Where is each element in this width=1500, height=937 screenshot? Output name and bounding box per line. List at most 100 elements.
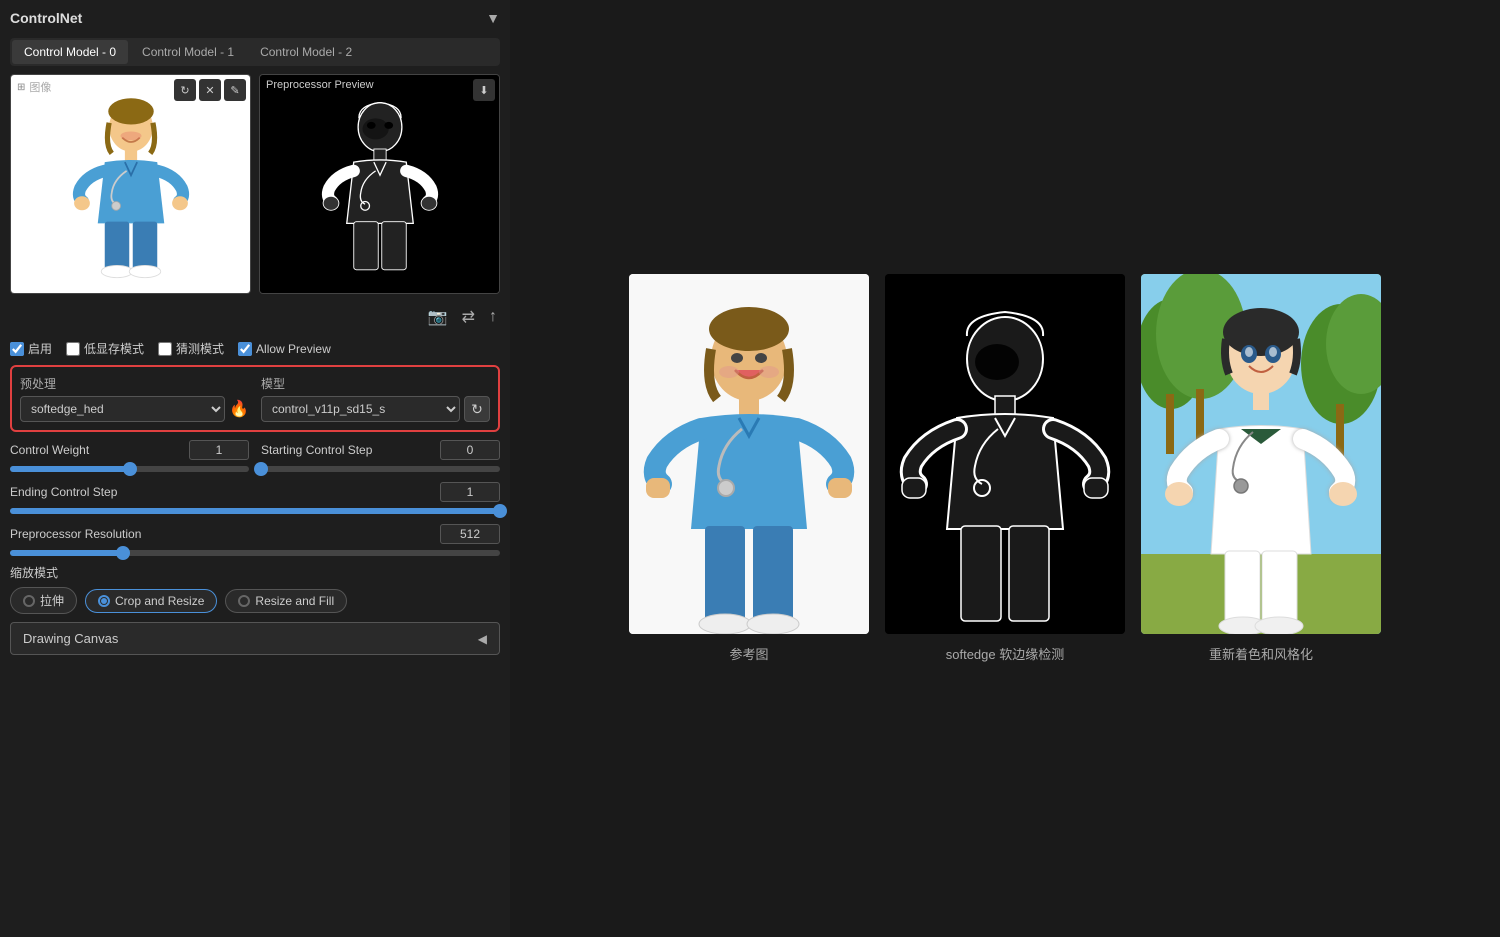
reference-nurse-svg (629, 274, 869, 634)
starting-step-label: Starting Control Step (261, 443, 372, 457)
showcase-item-softedge: softedge 软边缘检测 (885, 274, 1125, 663)
ending-step-thumb (493, 504, 507, 518)
model-select[interactable]: control_v11p_sd15_s None (261, 396, 460, 422)
preprocessor-select[interactable]: softedge_hed none softedge_hedsafe (20, 396, 225, 422)
radio-dot-fill (238, 595, 250, 607)
showcase-caption-reference: 参考图 (729, 644, 768, 663)
source-close-btn[interactable]: ✕ (199, 79, 221, 101)
preprocessor-col-label: 预处理 (20, 375, 249, 392)
control-weight-slider-row: Control Weight (10, 440, 249, 472)
tab-bar: Control Model - 0 Control Model - 1 Cont… (10, 38, 500, 66)
radio-crop-resize[interactable]: Crop and Resize (85, 589, 217, 613)
model-select-row: control_v11p_sd15_s None ↻ (261, 396, 490, 422)
radio-group: 拉伸 Crop and Resize Resize and Fill (10, 587, 500, 614)
control-weight-header: Control Weight (10, 440, 249, 460)
preprocessor-col: 预处理 softedge_hed none softedge_hedsafe 🔥 (20, 375, 249, 422)
allow-preview-checkbox-item[interactable]: Allow Preview (238, 342, 331, 356)
model-refresh-btn[interactable]: ↻ (464, 396, 490, 422)
preprocessor-res-header: Preprocessor Resolution (10, 524, 500, 544)
source-refresh-btn[interactable]: ↻ (174, 79, 196, 101)
tab-control-model-0[interactable]: Control Model - 0 (12, 40, 128, 64)
nurse-svg (61, 89, 201, 279)
image-row: ⊞ 图像 ↻ ✕ ✎ (10, 74, 500, 294)
radio-stretch[interactable]: 拉伸 (10, 587, 77, 614)
preprocessor-res-label: Preprocessor Resolution (10, 527, 141, 541)
allow-preview-checkbox[interactable] (238, 342, 252, 356)
ending-step-slider-row: Ending Control Step (10, 482, 500, 514)
source-label-text: 图像 (29, 79, 51, 95)
allow-preview-label: Allow Preview (256, 342, 331, 356)
two-col-slider-row: Control Weight Starting Control Step (10, 440, 500, 472)
starting-step-value[interactable] (440, 440, 500, 460)
starting-step-bar[interactable] (261, 466, 500, 472)
images-showcase: 参考图 (629, 274, 1381, 663)
preprocessor-label-text: Preprocessor Preview (266, 79, 374, 91)
right-panel: 参考图 (510, 0, 1500, 937)
radio-resize-fill[interactable]: Resize and Fill (225, 589, 347, 613)
sliders-section: Control Weight Starting Control Step (10, 440, 500, 556)
source-image-controls: ↻ ✕ ✎ (174, 79, 246, 101)
checkbox-row: 启用 低显存模式 猜测模式 Allow Preview (10, 340, 500, 357)
ending-step-value[interactable] (440, 482, 500, 502)
source-image-label: ⊞ 图像 (17, 79, 51, 95)
panel-title: ControlNet (10, 10, 82, 26)
preprocessor-download-btn[interactable]: ⬇ (473, 79, 495, 101)
starting-step-thumb (254, 462, 268, 476)
preprocessor-nurse-image (260, 75, 499, 293)
starting-step-slider-row: Starting Control Step (261, 440, 500, 472)
preprocessor-image-box: Preprocessor Preview ⬇ (259, 74, 500, 294)
model-col: 模型 control_v11p_sd15_s None ↻ (261, 375, 490, 422)
control-weight-bar[interactable] (10, 466, 249, 472)
controls-row: 📷 ⇄ ↑ (10, 302, 500, 332)
preprocessor-res-thumb (116, 546, 130, 560)
control-weight-value[interactable] (189, 440, 249, 460)
zoom-mode-row: 缩放模式 拉伸 Crop and Resize Resize and Fill (10, 564, 500, 614)
showcase-item-reference: 参考图 (629, 274, 869, 663)
low-vram-label: 低显存模式 (84, 340, 144, 357)
showcase-caption-stylized: 重新着色和风格化 (1209, 644, 1313, 663)
left-panel: ControlNet ▼ Control Model - 0 Control M… (0, 0, 510, 937)
guess-mode-label: 猜测模式 (176, 340, 224, 357)
fire-icon: 🔥 (229, 399, 249, 419)
stylized-nurse-svg (1141, 274, 1381, 634)
tab-control-model-1[interactable]: Control Model - 1 (130, 40, 246, 64)
swap-btn[interactable]: ⇄ (459, 304, 478, 330)
model-selection-box: 预处理 softedge_hed none softedge_hedsafe 🔥… (10, 365, 500, 432)
drawing-canvas-label: Drawing Canvas (23, 631, 118, 646)
drawing-canvas-row[interactable]: Drawing Canvas ◀ (10, 622, 500, 655)
enable-label: 启用 (28, 340, 52, 357)
radio-text-crop: Crop and Resize (115, 594, 204, 608)
enable-checkbox[interactable] (10, 342, 24, 356)
preprocessor-res-slider-row: Preprocessor Resolution (10, 524, 500, 556)
preprocessor-res-fill (10, 550, 123, 556)
preprocessor-res-bar[interactable] (10, 550, 500, 556)
guess-mode-checkbox[interactable] (158, 342, 172, 356)
preprocessor-image-controls: ⬇ (473, 79, 495, 101)
preprocessor-svg (310, 89, 450, 279)
control-weight-label: Control Weight (10, 443, 89, 457)
low-vram-checkbox-item[interactable]: 低显存模式 (66, 340, 144, 357)
panel-arrow[interactable]: ▼ (486, 10, 500, 26)
source-nurse-image (11, 75, 250, 293)
ending-step-bar[interactable] (10, 508, 500, 514)
radio-dot-stretch (23, 595, 35, 607)
model-col-label: 模型 (261, 375, 490, 392)
starting-step-header: Starting Control Step (261, 440, 500, 460)
drawing-canvas-arrow: ◀ (478, 632, 487, 646)
low-vram-checkbox[interactable] (66, 342, 80, 356)
ending-step-fill (10, 508, 500, 514)
radio-dot-crop (98, 595, 110, 607)
guess-mode-checkbox-item[interactable]: 猜测模式 (158, 340, 224, 357)
upload-btn[interactable]: ↑ (486, 305, 500, 329)
enable-checkbox-item[interactable]: 启用 (10, 340, 52, 357)
preprocessor-res-value[interactable] (440, 524, 500, 544)
source-image-box: ⊞ 图像 ↻ ✕ ✎ (10, 74, 251, 294)
showcase-img-softedge (885, 274, 1125, 634)
preprocessor-select-row: softedge_hed none softedge_hedsafe 🔥 (20, 396, 249, 422)
camera-btn[interactable]: 📷 (425, 304, 451, 330)
showcase-img-reference (629, 274, 869, 634)
source-edit-btn[interactable]: ✎ (224, 79, 246, 101)
tab-control-model-2[interactable]: Control Model - 2 (248, 40, 364, 64)
showcase-img-stylized (1141, 274, 1381, 634)
zoom-mode-label: 缩放模式 (10, 564, 500, 581)
